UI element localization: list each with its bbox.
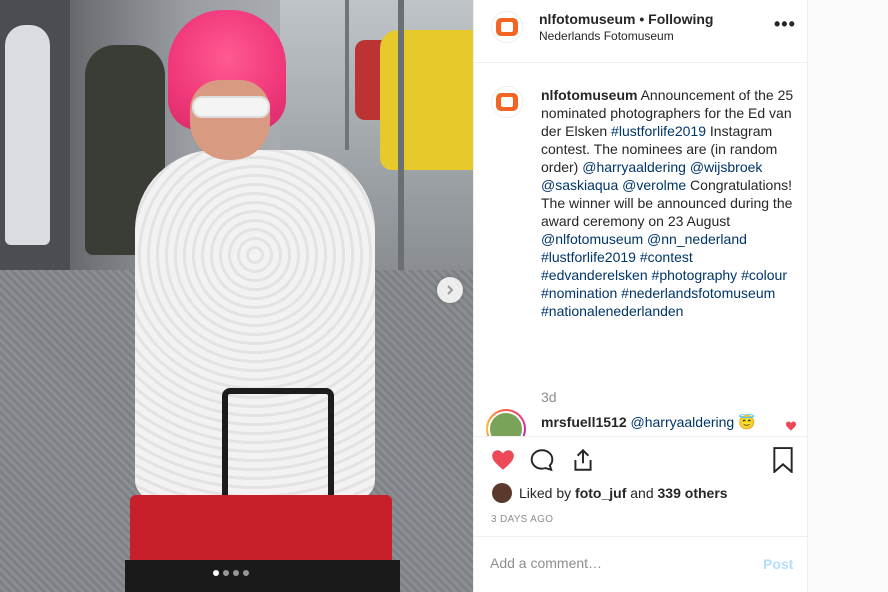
caption-tag-link[interactable]: @nlfotomuseum	[541, 231, 643, 247]
caption-age[interactable]: 3d	[541, 389, 557, 405]
caption-tag-link[interactable]: @wijsbroek	[690, 159, 763, 175]
carousel-indicator	[213, 570, 249, 576]
caption-tag-link[interactable]: #nederlandsfotomuseum	[621, 285, 775, 301]
comment-emoji: 😇	[738, 414, 756, 430]
photo-yellow-taxi	[380, 30, 473, 170]
follow-status-button[interactable]: Following	[648, 11, 713, 27]
chevron-right-icon	[447, 285, 454, 295]
caption-tag-link[interactable]: @verolme	[622, 177, 686, 193]
likes-summary: Liked by foto_juf and 339 others	[492, 483, 728, 503]
caption-tag-link[interactable]: #colour	[741, 267, 787, 283]
liked-by-user[interactable]: foto_juf	[575, 485, 626, 501]
caption-tag-link[interactable]: @saskiaqua	[541, 177, 618, 193]
caption-tag-link[interactable]: #nomination	[541, 285, 617, 301]
photo-cart-handle	[222, 388, 334, 508]
photo-cart-wheels	[125, 560, 400, 592]
post-timestamp[interactable]: 3 DAYS AGO	[491, 514, 553, 525]
carousel-dot	[233, 570, 239, 576]
post-header: nlfotomuseum • Following Nederlands Foto…	[474, 0, 808, 63]
photo-pole	[398, 0, 404, 280]
author-username[interactable]: nlfotomuseum	[539, 11, 635, 27]
caption-tag-link[interactable]: @harryaaldering	[582, 159, 686, 175]
caption-tag-link[interactable]: #lustforlife2019	[611, 123, 706, 139]
carousel-dot	[223, 570, 229, 576]
comment-icon[interactable]	[529, 447, 555, 478]
post-comment-button[interactable]: Post	[763, 556, 793, 572]
liked-by-and: and	[630, 485, 654, 501]
separator-dot: •	[639, 11, 645, 27]
share-icon[interactable]	[570, 447, 596, 478]
photo-pole	[345, 0, 349, 150]
caption-username[interactable]: nlfotomuseum	[541, 87, 637, 103]
like-icon[interactable]	[490, 447, 516, 478]
caption-avatar[interactable]	[491, 86, 523, 118]
caption-tag-link[interactable]: #contest	[640, 249, 693, 265]
museum-logo-icon	[496, 93, 518, 111]
caption-tag-link[interactable]: #photography	[652, 267, 738, 283]
caption-tag-link[interactable]: #nationalenederlanden	[541, 303, 683, 319]
action-bar: Liked by foto_juf and 339 others 3 DAYS …	[474, 436, 808, 536]
comment-mention-link[interactable]: @harryaaldering	[631, 414, 735, 430]
photo-background-person	[5, 25, 50, 245]
photo-sunglasses	[192, 96, 270, 118]
liked-by-others[interactable]: 339 others	[658, 485, 728, 501]
more-options-icon[interactable]: •••	[774, 14, 796, 35]
bookmark-icon[interactable]	[772, 447, 794, 478]
comments-section: nlfotomuseum Announcement of the 25 nomi…	[474, 64, 808, 436]
comment-row: mrsfuell1512 @harryaaldering 😇	[541, 414, 756, 431]
caption-tag-link[interactable]: @nn_nederland	[647, 231, 747, 247]
add-comment-bar: Post	[474, 536, 808, 592]
location-link[interactable]: Nederlands Fotomuseum	[539, 29, 674, 43]
post-photo[interactable]	[0, 0, 473, 592]
caption-tag-link[interactable]: #lustforlife2019	[541, 249, 636, 265]
commenter-avatar[interactable]	[486, 409, 526, 436]
carousel-dot	[213, 570, 219, 576]
liked-by-prefix: Liked by	[519, 485, 572, 501]
comment-like-icon[interactable]	[785, 420, 797, 432]
caption-text: nlfotomuseum Announcement of the 25 nomi…	[541, 86, 799, 320]
photo-face	[190, 80, 270, 160]
carousel-dot	[243, 570, 249, 576]
caption-tag-link[interactable]: #edvanderelsken	[541, 267, 648, 283]
page-background	[807, 0, 888, 592]
comment-input[interactable]	[490, 555, 740, 571]
carousel-next-button[interactable]	[437, 277, 463, 303]
commenter-username[interactable]: mrsfuell1512	[541, 414, 627, 430]
post-author: nlfotomuseum • Following	[539, 11, 713, 27]
profile-avatar[interactable]	[491, 11, 523, 43]
post-sidebar: nlfotomuseum • Following Nederlands Foto…	[473, 0, 808, 592]
museum-logo-icon	[496, 18, 518, 36]
liker-avatar[interactable]	[492, 483, 512, 503]
